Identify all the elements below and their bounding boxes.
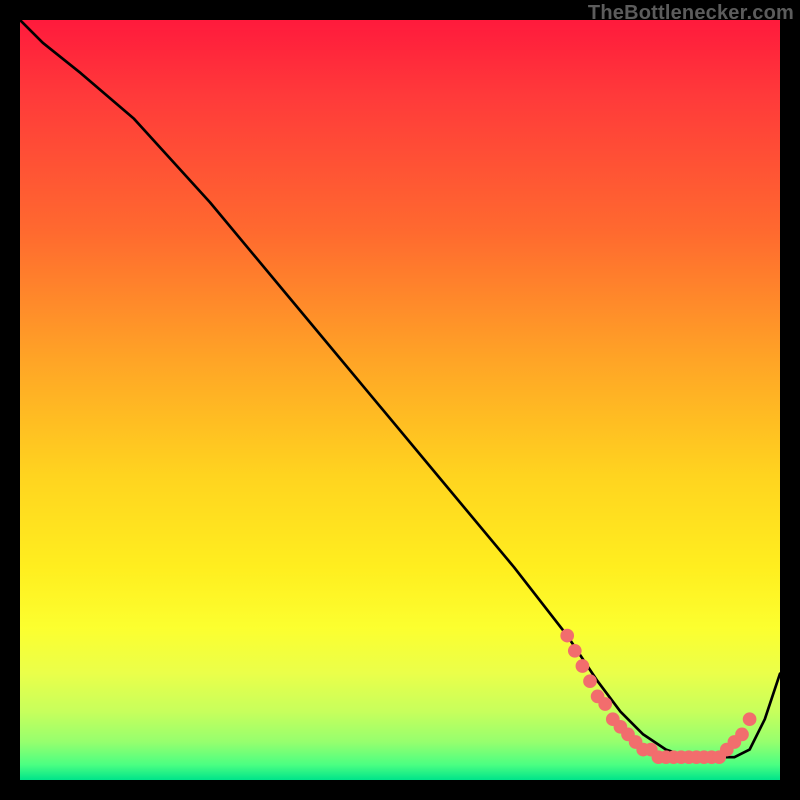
curve-marker	[644, 743, 658, 757]
curve-marker	[576, 659, 590, 673]
curve-marker	[712, 750, 726, 764]
curve-marker	[583, 674, 597, 688]
chart-frame: TheBottlenecker.com	[0, 0, 800, 800]
curve-svg	[20, 20, 780, 780]
curve-marker	[728, 735, 742, 749]
curve-marker	[659, 750, 673, 764]
curve-marker	[568, 644, 582, 658]
bottleneck-curve	[20, 20, 780, 757]
curve-marker	[652, 750, 666, 764]
curve-marker	[682, 750, 696, 764]
curve-markers	[560, 629, 756, 764]
curve-marker	[743, 712, 757, 726]
curve-marker	[606, 712, 620, 726]
curve-marker	[690, 750, 704, 764]
curve-marker	[705, 750, 719, 764]
curve-marker	[636, 743, 650, 757]
curve-marker	[667, 750, 681, 764]
plot-area	[20, 20, 780, 780]
curve-marker	[629, 735, 643, 749]
curve-marker	[621, 728, 635, 742]
curve-marker	[560, 629, 574, 643]
curve-marker	[614, 720, 628, 734]
curve-marker	[598, 697, 612, 711]
curve-marker	[697, 750, 711, 764]
curve-marker	[674, 750, 688, 764]
curve-marker	[735, 728, 749, 742]
curve-marker	[591, 690, 605, 704]
curve-marker	[720, 743, 734, 757]
